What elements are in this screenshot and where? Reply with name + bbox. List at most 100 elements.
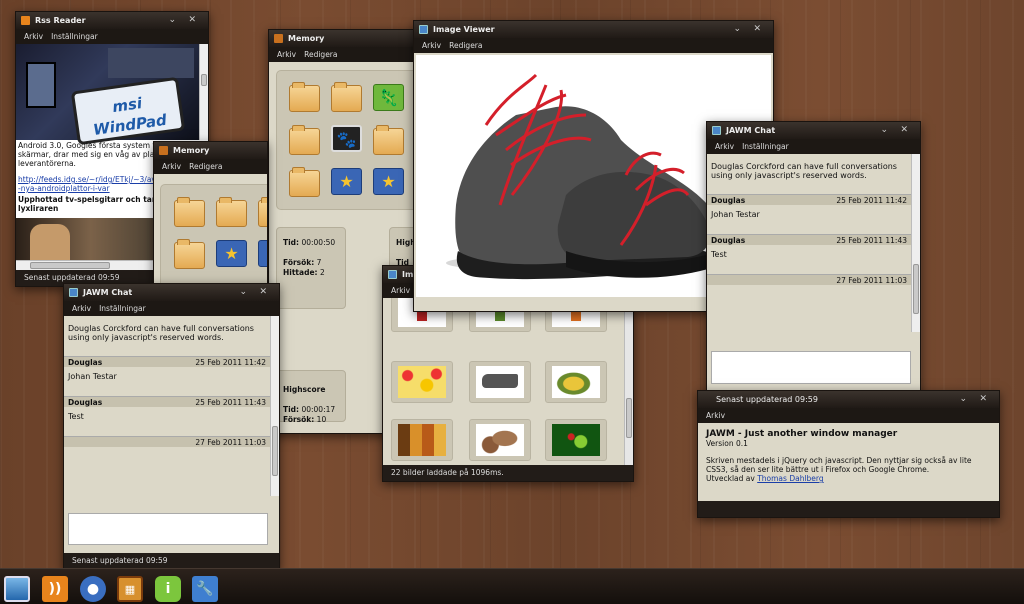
article-image: msi WindPad [16,44,202,146]
minimize-icon[interactable]: ⌄ [733,21,741,38]
menu-bar: Arkiv Redigera [414,38,773,53]
message-header: 27 Feb 2011 11:03 [707,274,911,285]
minimize-icon[interactable]: ⌄ [880,122,888,139]
chat-intro: Douglas Corckford can have full conversa… [711,162,897,180]
gallery-thumb[interactable] [545,419,607,461]
menu-redigera[interactable]: Redigera [304,50,337,59]
about-developer: Utvecklad av Thomas Dahlberg [706,474,824,483]
memory-card[interactable] [289,167,320,197]
about-heading: JAWM - Just another window manager [706,429,898,439]
chat-scrollbar[interactable] [270,316,279,496]
taskbar: )) ● ▦ i 🔧 [0,568,1024,604]
window-title: Memory [173,146,210,155]
close-icon[interactable]: ✕ [900,122,908,139]
memory-card[interactable] [258,197,267,227]
gallery-thumb[interactable] [469,361,531,403]
star-card-icon[interactable]: ★ [373,168,404,195]
memory-card[interactable] [289,125,320,155]
window-title: JAWM Chat [83,288,133,297]
message-header: 27 Feb 2011 11:03 [64,436,270,447]
memory-titlebar[interactable]: Memory [154,142,267,159]
about-window[interactable]: Senast uppdaterad 09:59 ⌄ ✕ Arkiv JAWM - … [697,390,1000,518]
chat-scrollbar[interactable] [911,154,920,332]
memory-card[interactable] [174,197,205,227]
about-titlebar[interactable]: Senast uppdaterad 09:59 ⌄ ✕ [698,391,999,408]
close-icon[interactable]: ✕ [979,391,987,408]
menu-arkiv[interactable]: Arkiv [715,142,734,151]
menu-installningar[interactable]: Inställningar [99,304,146,313]
memory-icon[interactable]: ● [80,576,106,602]
lizard-card-icon[interactable]: 🦎 [373,84,404,111]
chat-window-right[interactable]: JAWM Chat ⌄ ✕ Arkiv Inställningar Douglas … [706,121,921,406]
message-text: Johan Testar [711,210,760,219]
memory-card[interactable] [174,239,205,269]
tools-icon[interactable]: 🔧 [192,576,218,602]
rss-icon[interactable]: )) [42,576,68,602]
memory-icon [274,34,283,43]
chat-input[interactable] [68,513,268,545]
menu-arkiv[interactable]: Arkiv [72,304,91,313]
message-header: Douglas 25 Feb 2011 11:42 [64,356,270,367]
rss-reader-titlebar[interactable]: Rss Reader ⌄ ✕ [16,12,208,29]
about-status [698,501,999,517]
menu-arkiv[interactable]: Arkiv [391,286,410,295]
chat-status: Senast uppdaterad 09:59 [64,553,279,569]
gallery-thumb[interactable] [391,361,453,403]
gallery-thumb[interactable] [391,419,453,461]
gnome-card-icon[interactable]: 🐾 [331,125,362,152]
rss-icon [21,16,30,25]
menu-arkiv[interactable]: Arkiv [706,411,725,420]
chat-titlebar[interactable]: JAWM Chat ⌄ ✕ [64,284,279,301]
memory-card[interactable] [289,82,320,112]
chat-titlebar[interactable]: JAWM Chat ⌄ ✕ [707,122,920,139]
memory-card[interactable] [216,197,247,227]
minimize-icon[interactable]: ⌄ [168,12,176,29]
window-title: Image Viewer [433,25,495,34]
developer-link[interactable]: Thomas Dahlberg [757,474,823,483]
menu-installningar[interactable]: Inställningar [51,32,98,41]
memory-window-second[interactable]: Memory Arkiv Redigera ★ ★ [153,141,268,285]
image-viewer-titlebar[interactable]: Image Viewer ⌄ ✕ [414,21,773,38]
memory-titlebar[interactable]: Memory [269,30,423,47]
gallery-status: 22 bilder laddade på 1096ms. [383,465,633,481]
minimize-icon[interactable]: ⌄ [959,391,967,408]
article-link[interactable]: http://feeds.idg.se/~r/idg/ETkj/~3/av-ny… [18,175,156,193]
gallery-icon[interactable]: ▦ [117,576,143,602]
star-card-icon[interactable]: ★ [216,240,247,267]
gallery-thumb[interactable] [469,419,531,461]
menu-arkiv[interactable]: Arkiv [162,162,181,171]
menu-arkiv[interactable]: Arkiv [277,50,296,59]
chat-messages: Douglas Corckford can have full conversa… [707,154,920,332]
message-header: Douglas 25 Feb 2011 11:42 [707,194,911,205]
minimize-icon[interactable]: ⌄ [239,284,247,301]
gallery-scrollbar[interactable] [624,298,633,465]
star-card-icon[interactable]: ★ [331,168,362,195]
menu-installningar[interactable]: Inställningar [742,142,789,151]
msi-windpad-logo: msi WindPad [70,76,186,146]
info-icon[interactable]: i [155,576,181,602]
menu-arkiv[interactable]: Arkiv [422,41,441,50]
chat-input[interactable] [711,351,911,384]
image-viewer-icon[interactable] [4,576,30,602]
menu-redigera[interactable]: Redigera [189,162,222,171]
message-header: Douglas 25 Feb 2011 11:43 [64,396,270,407]
close-icon[interactable]: ✕ [188,12,196,29]
close-icon[interactable]: ✕ [259,284,267,301]
menu-bar: Arkiv Inställningar [16,29,208,44]
menu-arkiv[interactable]: Arkiv [24,32,43,41]
memory-card[interactable] [331,82,362,112]
menu-redigera[interactable]: Redigera [449,41,482,50]
highscore-panel: Highscore Tid: 00:00:17 Försök: 10 [276,370,346,424]
window-title: Im [402,270,414,279]
memory-card[interactable] [373,125,404,155]
window-title: Senast uppdaterad 09:59 [716,395,818,404]
message-text: Johan Testar [68,372,117,381]
star-card-icon[interactable]: ★ [258,240,267,267]
gallery-thumb[interactable] [545,361,607,403]
image-scrollbar[interactable] [199,44,208,140]
window-title: JAWM Chat [726,126,776,135]
about-description: Skriven mestadels i jQuery och javascrip… [706,456,972,474]
memory-icon [159,146,168,155]
chat-window-left[interactable]: JAWM Chat ⌄ ✕ Arkiv Inställningar Douglas … [63,283,280,570]
close-icon[interactable]: ✕ [753,21,761,38]
